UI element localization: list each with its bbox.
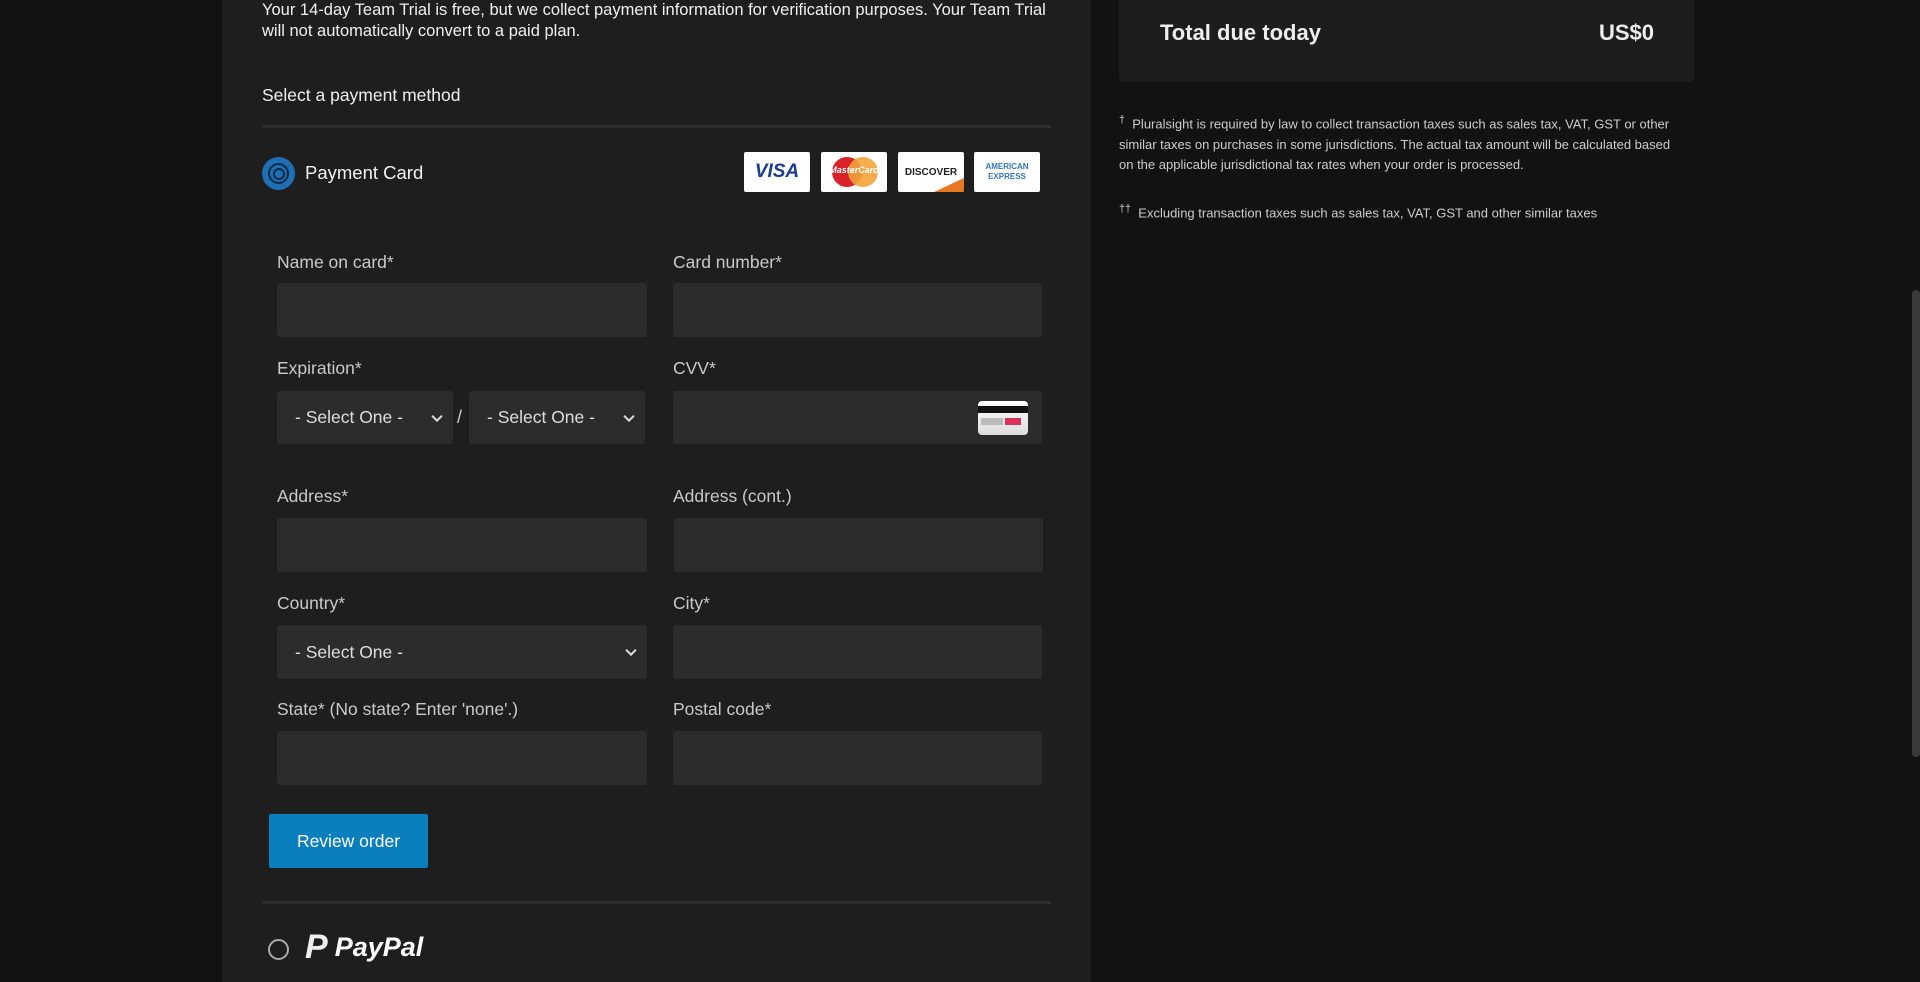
city-label: City*: [673, 593, 710, 613]
paypal-radio[interactable]: [268, 939, 289, 960]
address-input[interactable]: [277, 518, 647, 572]
mastercard-logo: MasterCard: [821, 152, 887, 192]
expiration-separator: /: [457, 407, 463, 427]
country-select[interactable]: - Select One -: [277, 625, 647, 679]
paypal-label: PayPal: [334, 931, 424, 962]
payment-card-radio[interactable]: [262, 157, 295, 190]
payment-card-label[interactable]: Payment Card: [305, 162, 423, 184]
divider: [262, 901, 1051, 904]
expiration-year-select[interactable]: - Select One -: [469, 391, 645, 444]
card-number-input[interactable]: [673, 283, 1042, 337]
total-due-label: Total due today: [1160, 20, 1321, 45]
address-label: Address*: [277, 486, 349, 506]
scrollbar-thumb[interactable]: [1912, 290, 1920, 757]
total-due-value: US$0: [1598, 20, 1654, 45]
expiration-label: Expiration*: [277, 358, 362, 378]
divider: [262, 125, 1051, 128]
discover-logo: DISCOVER: [898, 152, 964, 192]
payment-method-heading: Select a payment method: [262, 85, 461, 105]
expiration-month-select[interactable]: - Select One -: [277, 391, 453, 444]
cvv-label: CVV*: [673, 358, 716, 378]
state-input[interactable]: [277, 731, 647, 785]
state-label: State* (No state? Enter 'none'.): [277, 699, 519, 719]
review-order-button[interactable]: Review order: [269, 814, 428, 868]
address2-input[interactable]: [674, 518, 1043, 572]
country-label: Country*: [277, 593, 346, 613]
chevron-down-icon: [623, 410, 635, 422]
cvv-card-icon: [978, 401, 1028, 435]
postal-code-input[interactable]: [673, 731, 1042, 785]
paypal-option[interactable]: P PayPal: [305, 930, 423, 964]
tax-footnote: † Pluralsight is required by law to coll…: [1119, 114, 1671, 173]
address2-label: Address (cont.): [673, 486, 792, 506]
chevron-down-icon: [625, 644, 637, 657]
name-on-card-input[interactable]: [277, 283, 647, 337]
city-input[interactable]: [673, 625, 1042, 679]
tax-exclusion-footnote: †† Excluding transaction taxes such as s…: [1119, 203, 1598, 221]
trial-info-text: Your 14-day Team Trial is free, but we c…: [262, 1, 1046, 40]
name-label: Name on card*: [277, 252, 394, 272]
visa-logo: VISA: [744, 152, 810, 192]
chevron-down-icon: [431, 410, 443, 422]
amex-logo: AMERICAN EXPRESS: [974, 152, 1040, 192]
paypal-icon: P: [305, 928, 328, 966]
card-number-label: Card number*: [673, 252, 782, 272]
postal-label: Postal code*: [673, 699, 772, 719]
